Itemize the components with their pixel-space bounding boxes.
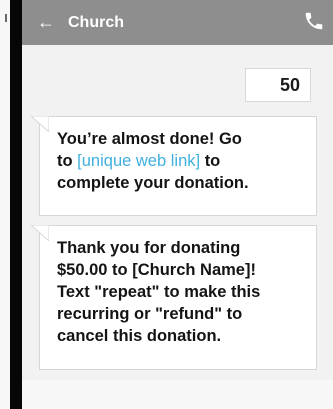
message-text: to: [204, 152, 221, 170]
received-message-2: Thank you for donating $50.00 to [Church…: [31, 225, 317, 370]
device-mark: [5, 14, 7, 22]
message-line: recurring or "refund" to: [57, 305, 243, 323]
message-line: complete your donation.: [57, 174, 249, 192]
sent-message: 50: [245, 68, 311, 102]
received-message-1: You’re almost done! Go to [unique web li…: [31, 116, 317, 216]
message-text: to: [57, 152, 73, 170]
sent-message-text: 50: [279, 75, 300, 95]
arrow-left-icon[interactable]: ←: [37, 12, 57, 32]
conversation-title: Church: [68, 14, 124, 31]
bottom-area: [22, 380, 333, 409]
bubble-tail: [31, 225, 49, 241]
bubble-tail: [31, 116, 49, 132]
device-frame: [10, 0, 22, 409]
phone-icon[interactable]: [303, 10, 325, 32]
message-line: to [unique web link] to: [57, 150, 306, 172]
messaging-screen: ← Church 50 You’re almost done! Go to [u…: [22, 0, 333, 409]
conversation-header: ← Church: [22, 0, 333, 45]
donation-link[interactable]: [unique web link]: [77, 152, 200, 170]
message-line: cancel this donation.: [57, 327, 222, 345]
message-line: Thank you for donating: [57, 239, 241, 257]
message-line: You’re almost done! Go: [57, 130, 242, 148]
message-line: $50.00 to [Church Name]!: [57, 261, 256, 279]
message-line: Text "repeat" to make this: [57, 283, 261, 301]
